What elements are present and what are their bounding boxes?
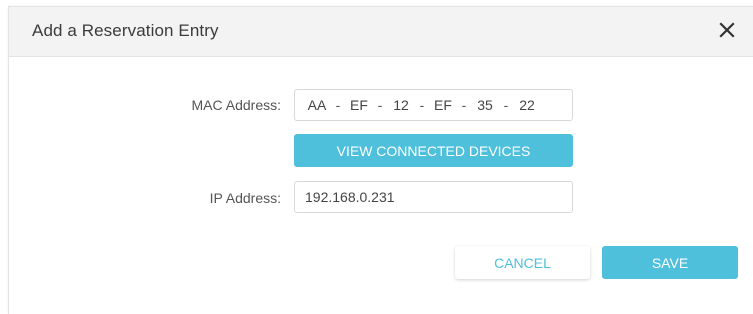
ip-address-input[interactable] (294, 181, 573, 213)
mac-segment-5[interactable]: 35 (474, 97, 496, 113)
ip-address-label: IP Address: (209, 190, 281, 206)
close-icon (719, 22, 735, 38)
reservation-dialog: Add a Reservation Entry MAC Address: AA … (8, 6, 753, 314)
mac-segment-6[interactable]: 22 (516, 97, 538, 113)
mac-separator: - (419, 97, 425, 113)
mac-separator: - (335, 97, 341, 113)
mac-separator: - (461, 97, 467, 113)
mac-segment-2[interactable]: EF (348, 97, 370, 113)
mac-segment-3[interactable]: 12 (390, 97, 412, 113)
mac-address-label: MAC Address: (191, 97, 281, 113)
mac-separator: - (377, 97, 383, 113)
mac-separator: - (503, 97, 509, 113)
dialog-title: Add a Reservation Entry (32, 21, 219, 40)
cancel-button[interactable]: CANCEL (455, 246, 590, 279)
view-connected-devices-button[interactable]: VIEW CONNECTED DEVICES (294, 134, 573, 167)
mac-segment-1[interactable]: AA (306, 97, 328, 113)
mac-address-field[interactable]: AA - EF - 12 - EF - 35 - 22 (294, 89, 573, 121)
close-button[interactable] (715, 18, 739, 42)
save-button[interactable]: SAVE (602, 246, 738, 279)
mac-segment-4[interactable]: EF (432, 97, 454, 113)
dialog-header: Add a Reservation Entry (9, 7, 753, 57)
